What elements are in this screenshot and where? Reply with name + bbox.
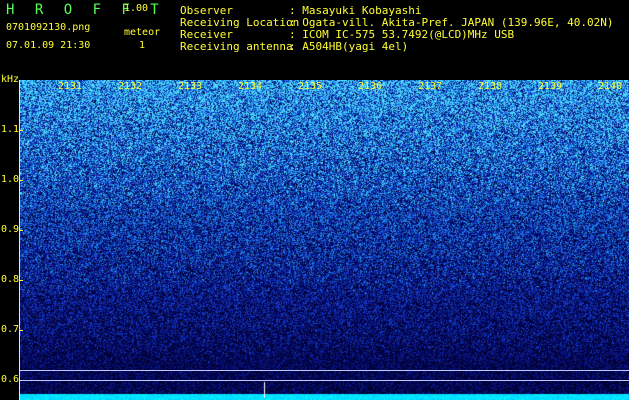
- x-tick-label: 2136: [358, 81, 383, 92]
- y-tick-label: 0.6: [1, 374, 20, 385]
- antenna-value: : A504HB(yagi 4el): [289, 40, 409, 53]
- y-tick-label: 0.8: [1, 274, 20, 285]
- y-tick-label: 1.0: [1, 174, 20, 185]
- x-tick-label: 2140: [598, 81, 623, 92]
- file-name: 0701092130.png: [6, 22, 91, 33]
- app-version: 1.00: [124, 3, 149, 14]
- x-tick-label: 2133: [178, 81, 203, 92]
- y-tick-label: 1.1: [1, 124, 20, 135]
- x-tick-label: 2138: [478, 81, 503, 92]
- marker-line-lower: [20, 380, 629, 381]
- y-tick-mark: [19, 130, 23, 131]
- spectrogram: [20, 80, 629, 400]
- y-tick-label: 0.7: [1, 324, 20, 335]
- x-tick-label: 2135: [298, 81, 323, 92]
- meteor-label: meteor: [124, 27, 161, 38]
- antenna-label: Receiving antenna: [180, 40, 293, 53]
- x-tick-label: 2134: [238, 81, 263, 92]
- marker-line-upper: [20, 370, 629, 371]
- y-tick-mark: [19, 280, 23, 281]
- y-tick-mark: [19, 230, 23, 231]
- x-tick-label: 2139: [538, 81, 563, 92]
- spectrogram-canvas: [20, 80, 629, 400]
- file-datetime: 07.01.09 21:30: [6, 40, 91, 51]
- y-tick-label: 0.9: [1, 224, 20, 235]
- x-tick-label: 2131: [58, 81, 83, 92]
- x-tick-label: 2137: [418, 81, 443, 92]
- y-axis-line: [19, 80, 20, 400]
- y-tick-mark: [19, 330, 23, 331]
- x-tick-label: 2132: [118, 81, 143, 92]
- y-axis-unit: kHz: [1, 74, 20, 85]
- y-tick-mark: [19, 180, 23, 181]
- meteor-count: 1: [139, 40, 146, 51]
